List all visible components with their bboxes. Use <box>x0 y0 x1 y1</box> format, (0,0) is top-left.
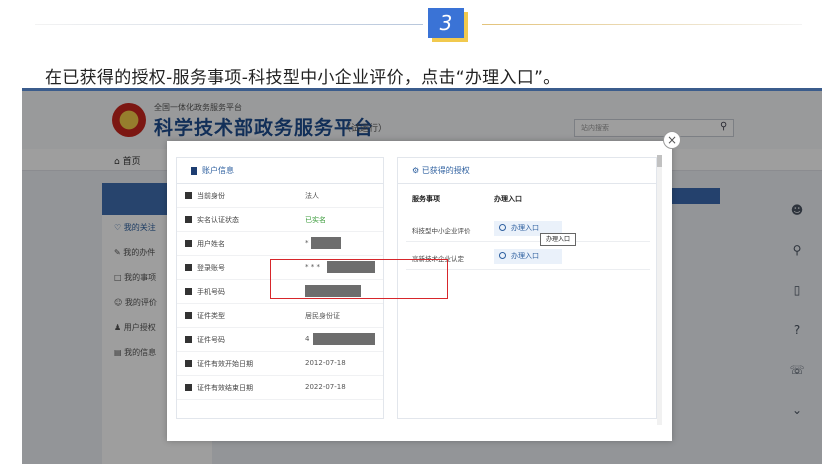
key-icon: ⚙ <box>412 166 422 175</box>
account-info-title: 账户信息 <box>177 158 383 184</box>
info-row: 证件有效开始日期 2012-07-18 <box>177 352 383 376</box>
calendar-icon <box>185 384 192 391</box>
info-row: 证件有效结束日期 2022-07-18 <box>177 376 383 400</box>
info-row: 当前身份 法人 <box>177 184 383 208</box>
info-label: 手机号码 <box>197 288 225 296</box>
table-row: 科技型中小企业评价 办理入口 <box>406 214 650 242</box>
info-value: 4 <box>305 335 310 343</box>
info-row: 用户姓名 * <box>177 232 383 256</box>
id-icon <box>191 166 197 175</box>
divider-right <box>482 24 802 25</box>
tooltip: 办理入口 <box>540 233 576 246</box>
account-panel-title-text: 账户信息 <box>202 166 234 175</box>
info-label: 证件有效结束日期 <box>197 384 253 392</box>
card-icon <box>185 312 192 319</box>
info-row: 实名认证状态 已实名 <box>177 208 383 232</box>
calendar-icon <box>185 360 192 367</box>
auth-panel-title-text: 已获得的授权 <box>421 166 470 175</box>
info-value: 已实名 <box>305 216 326 224</box>
redaction-mask <box>311 237 341 249</box>
user-icon <box>185 240 192 247</box>
entry-button-label: 办理入口 <box>511 252 539 260</box>
info-value: 2012-07-18 <box>305 359 346 367</box>
id-icon <box>185 192 192 199</box>
service-name: 科技型中小企业评价 <box>412 227 471 235</box>
id-icon <box>185 216 192 223</box>
step-number-badge: 3 <box>428 8 464 38</box>
arrow-circle-icon <box>499 252 506 259</box>
info-value: 法人 <box>305 192 319 200</box>
entry-button-hightech-cert[interactable]: 办理入口 <box>494 249 562 264</box>
close-icon[interactable]: × <box>663 131 681 149</box>
tutorial-slide: 3 在已获得的授权-服务事项-科技型中小企业评价，点击“办理入口”。 全国一体化… <box>0 0 831 468</box>
info-label: 证件号码 <box>197 336 225 344</box>
info-label: 证件类型 <box>197 312 225 320</box>
info-value: 居民身份证 <box>305 312 340 320</box>
highlight-box <box>270 259 448 299</box>
authorization-title: ⚙ 已获得的授权 <box>398 158 656 184</box>
id-icon <box>185 264 192 271</box>
info-label: 用户姓名 <box>197 240 225 248</box>
modal-scrollbar[interactable] <box>657 155 662 425</box>
info-label: 证件有效开始日期 <box>197 360 253 368</box>
scroll-thumb[interactable] <box>657 155 662 167</box>
info-row: 证件号码 4 <box>177 328 383 352</box>
info-label: 当前身份 <box>197 192 225 200</box>
phone-icon <box>185 288 192 295</box>
col-header-entry: 办理入口 <box>494 195 522 203</box>
card-icon <box>185 336 192 343</box>
screenshot-frame: 全国一体化政务服务平台 科学技术部政务服务平台 （试运行） 站内搜索 ⚲ ⌂ 首… <box>22 88 822 464</box>
info-value: 2022-07-18 <box>305 383 346 391</box>
redaction-mask <box>313 333 375 345</box>
info-value: * <box>305 239 309 247</box>
info-row: 证件类型 居民身份证 <box>177 304 383 328</box>
info-label: 登录账号 <box>197 264 225 272</box>
divider-left <box>35 24 423 25</box>
entry-button-label: 办理入口 <box>511 224 539 232</box>
col-header-service: 服务事项 <box>412 195 440 203</box>
info-label: 实名认证状态 <box>197 216 239 224</box>
instruction-text: 在已获得的授权-服务事项-科技型中小企业评价，点击“办理入口”。 <box>45 68 561 88</box>
arrow-circle-icon <box>499 224 506 231</box>
